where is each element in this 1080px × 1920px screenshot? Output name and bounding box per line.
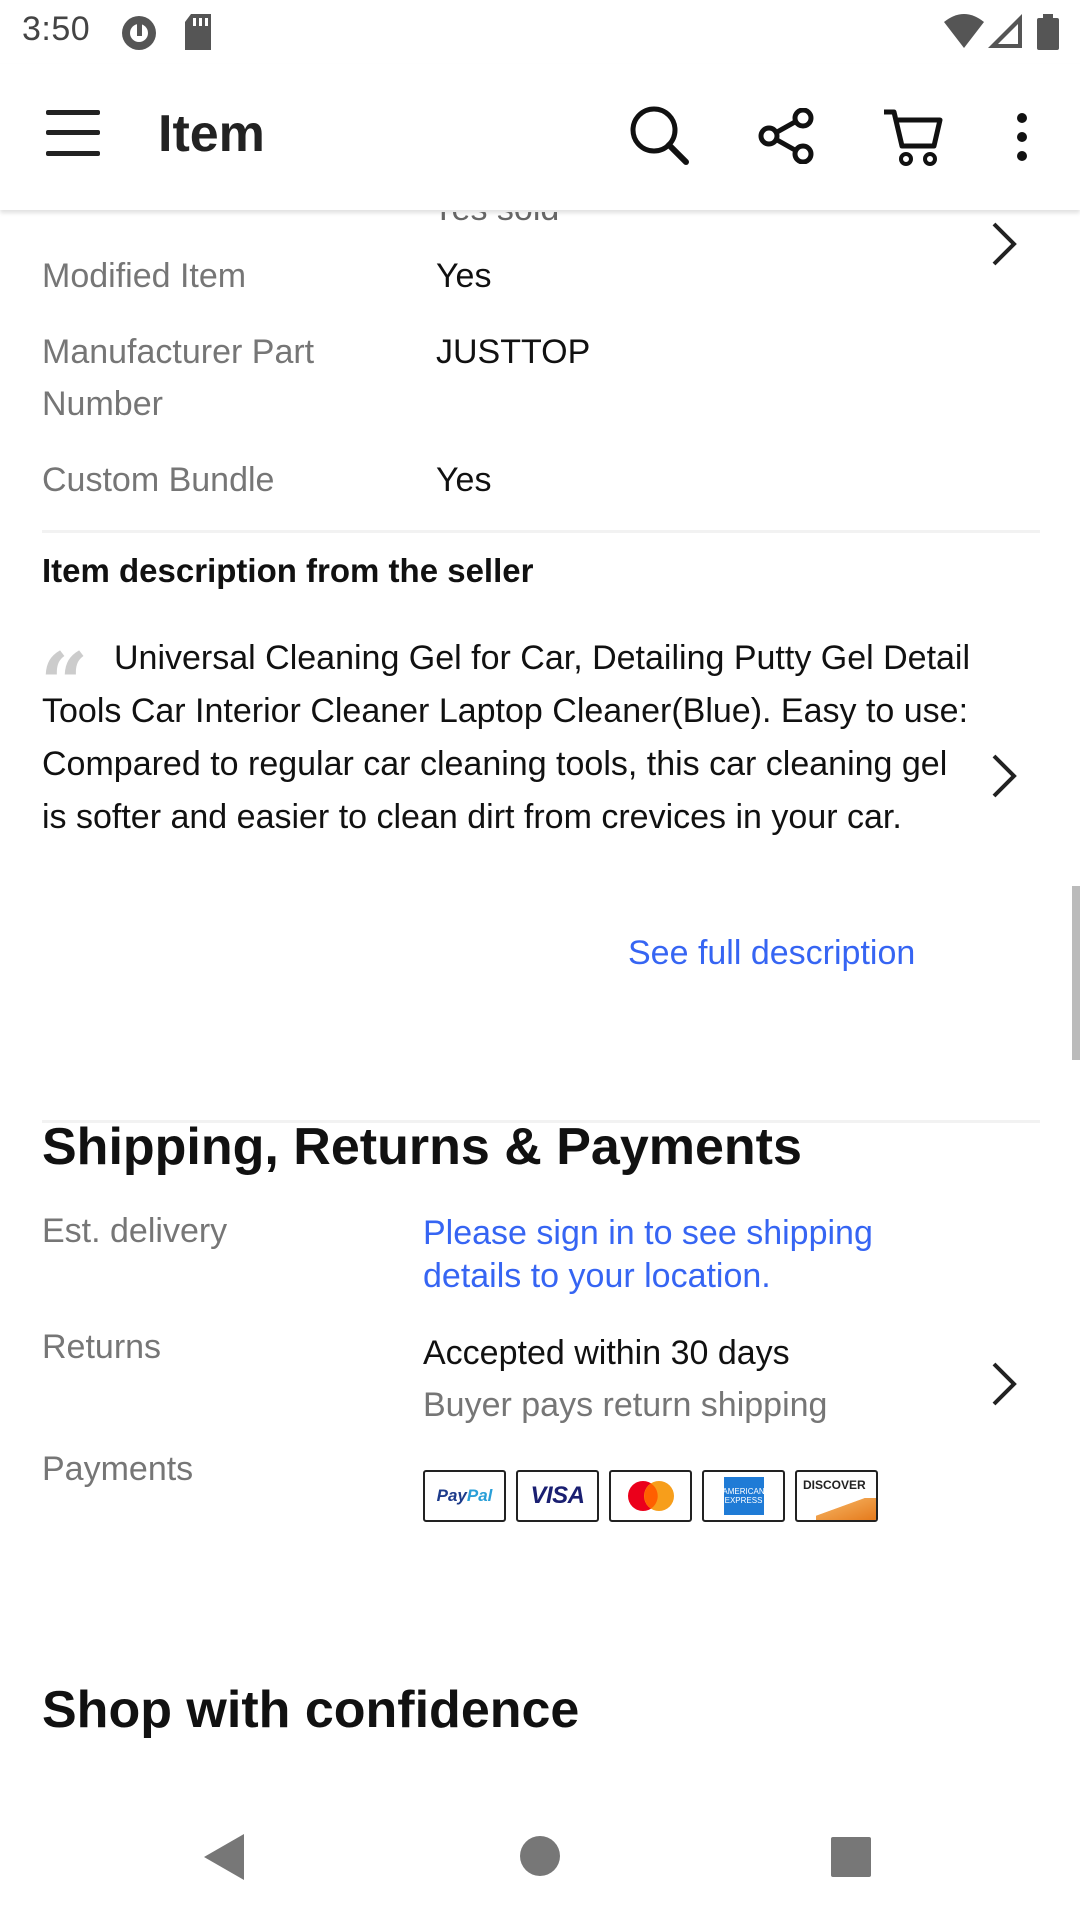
payments-label: Payments [42,1450,194,1488]
spec-label: Custom Bundle [42,461,275,499]
see-full-description-link[interactable]: See full description [628,934,915,973]
description-chevron-icon[interactable] [990,752,1020,800]
paypal-logo: PayPal [423,1470,506,1522]
paypal-text-b: Pal [466,1486,493,1505]
more-options-icon[interactable] [1014,112,1030,162]
discover-logo: DISCOVER [795,1470,878,1522]
discover-stripe [816,1498,876,1520]
spec-value: Yes [436,257,492,295]
returns-chevron-icon[interactable] [990,1360,1020,1408]
sync-icon [122,16,156,50]
spec-label: Modified Item [42,257,247,295]
app-bar: Item [0,64,1080,210]
recents-icon[interactable] [830,1836,872,1878]
discover-text: DISCOVER [803,1478,866,1492]
battery-icon [1037,14,1059,50]
wifi-icon [944,14,984,48]
divider [42,530,1040,533]
specifics-chevron-icon[interactable] [990,220,1020,268]
paypal-text-a: Pay [436,1486,467,1505]
status-time: 3:50 [22,10,91,48]
confidence-section-title: Shop with confidence [42,1681,580,1739]
spec-label: Manufacturer Part Number [42,333,315,423]
mastercard-icon [627,1481,674,1511]
page-title: Item [158,105,265,163]
spec-value: JUSTTOP [436,333,591,371]
sign-in-shipping-link[interactable]: Please sign in to see shipping details t… [423,1212,943,1298]
delivery-label: Est. delivery [42,1212,228,1250]
description-heading: Item description from the seller [42,552,534,589]
spec-value: Yes [436,461,492,499]
cart-icon[interactable] [882,106,944,168]
home-icon[interactable] [518,1834,562,1878]
returns-shipping-note: Buyer pays return shipping [423,1386,828,1424]
visa-logo: VISA [516,1470,599,1522]
cell-signal-icon [988,14,1022,48]
mastercard-logo [609,1470,692,1522]
returns-policy: Accepted within 30 days [423,1334,790,1372]
scrollbar[interactable] [1072,886,1080,1060]
shipping-section-title: Shipping, Returns & Payments [42,1118,802,1176]
status-bar: 3:50 [0,0,1080,64]
payment-methods: PayPal VISA AMERICAN EXPRESS DISCOVER [423,1470,878,1522]
returns-label: Returns [42,1328,162,1366]
amex-text: AMERICAN EXPRESS [722,1477,765,1515]
item-details-content: Yes sold Modified Item Yes Manufacturer … [0,212,1080,1800]
back-icon[interactable] [204,1834,246,1880]
clipped-spec-value: Yes sold [432,212,559,229]
sd-card-icon [185,14,211,50]
share-icon[interactable] [758,108,814,164]
visa-text: VISA [530,1482,585,1509]
description-text[interactable]: Universal Cleaning Gel for Car, Detailin… [42,632,972,844]
menu-icon[interactable] [46,108,100,158]
system-nav-bar [0,1800,1080,1920]
amex-logo: AMERICAN EXPRESS [702,1470,785,1522]
search-icon[interactable] [628,104,690,166]
